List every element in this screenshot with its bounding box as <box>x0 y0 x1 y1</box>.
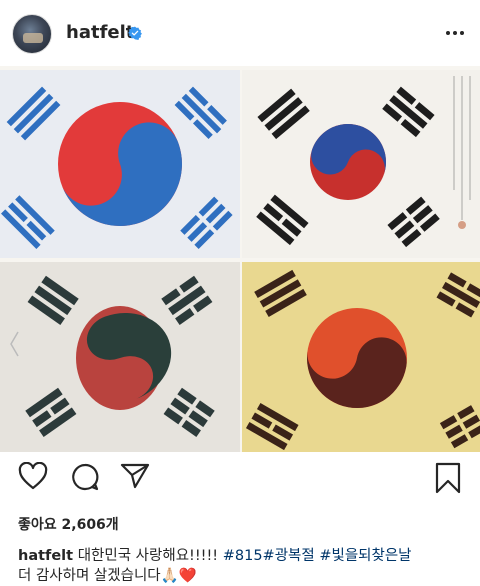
send-icon[interactable] <box>120 462 150 490</box>
comment-icon[interactable] <box>70 462 100 492</box>
post-header: hatfelt <box>0 0 480 66</box>
hashtag[interactable]: #815 <box>223 548 263 564</box>
pray-emoji: 🙏🏻 <box>160 568 179 584</box>
bookmark-icon[interactable] <box>434 462 462 494</box>
like-count[interactable]: 좋아요 2,606개 <box>18 514 119 534</box>
heart-emoji: ❤️ <box>178 568 197 584</box>
caption-text-2: 더 감사하며 살겠습니다 <box>18 568 161 584</box>
caption-text: 대한민국 사랑해요!!!!! <box>73 548 223 564</box>
verified-badge-icon <box>128 26 142 40</box>
post-image[interactable] <box>0 66 480 452</box>
flag-image-3 <box>0 262 240 452</box>
flag-image-2 <box>242 70 480 258</box>
username[interactable]: hatfelt <box>66 22 134 43</box>
flag-image-1 <box>0 70 240 258</box>
post-caption: hatfelt 대한민국 사랑해요!!!!! #815#광복절 #빛을되찾은날 … <box>18 546 473 586</box>
caption-username[interactable]: hatfelt <box>18 548 73 564</box>
flag-image-4 <box>242 262 480 452</box>
more-options-icon[interactable] <box>444 21 466 45</box>
avatar[interactable] <box>12 14 52 54</box>
hashtag[interactable]: #광복절 <box>263 548 315 564</box>
action-bar <box>0 462 480 502</box>
hashtag[interactable]: #빛을되찾은날 <box>319 548 411 564</box>
heart-icon[interactable] <box>18 462 48 490</box>
